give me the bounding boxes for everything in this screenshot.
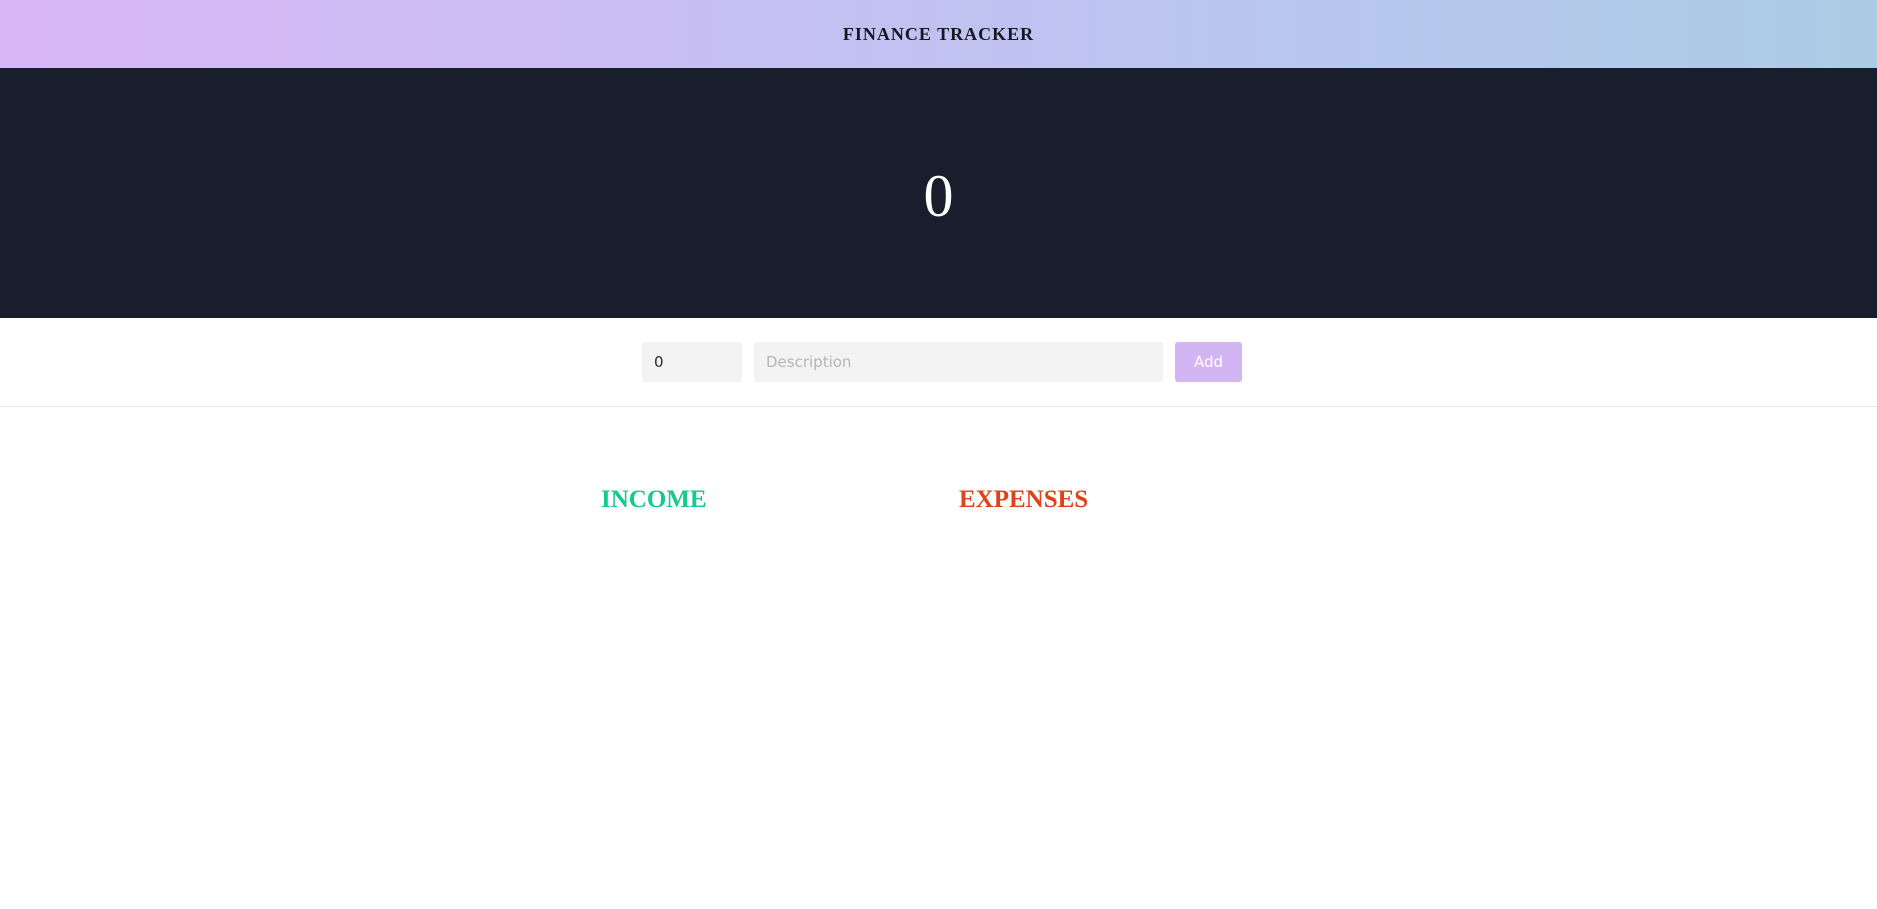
income-heading: INCOME <box>601 486 707 513</box>
finance-tracker-app: FINANCE TRACKER 0 Add INCOME EXPENSES <box>0 0 1877 909</box>
add-button[interactable]: Add <box>1175 342 1242 382</box>
transaction-form: Add <box>0 318 1877 407</box>
balance-panel: 0 <box>0 68 1877 318</box>
description-input[interactable] <box>754 342 1163 382</box>
app-title: FINANCE TRACKER <box>842 23 1035 44</box>
transaction-columns: INCOME EXPENSES <box>0 407 1877 907</box>
balance-value: 0 <box>923 163 954 229</box>
expenses-heading: EXPENSES <box>959 486 1089 513</box>
amount-input[interactable] <box>642 342 742 382</box>
app-header: FINANCE TRACKER <box>0 0 1877 68</box>
